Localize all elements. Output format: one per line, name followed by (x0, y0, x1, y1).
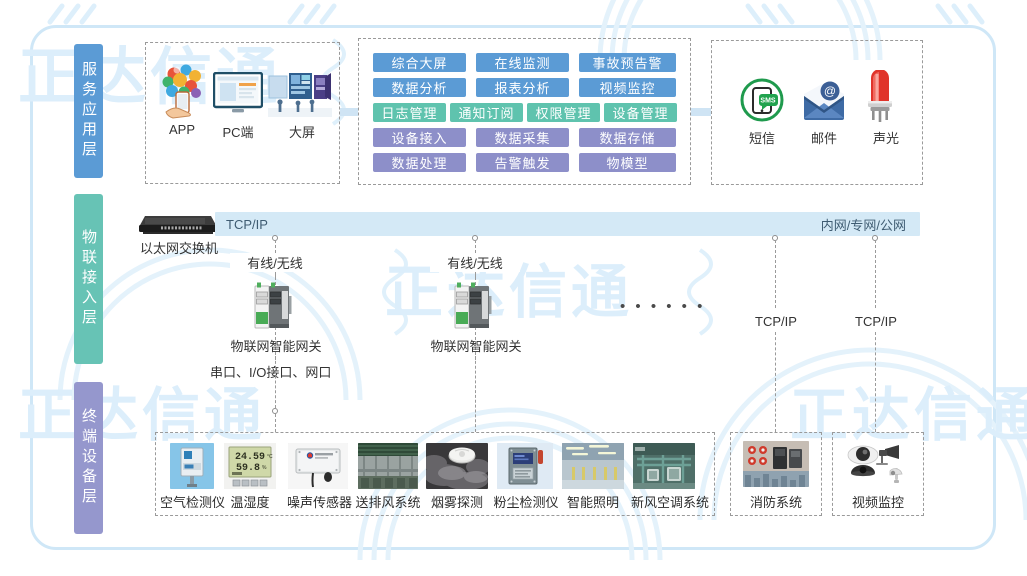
network-bar-left-label: TCP/IP (226, 216, 268, 232)
switch-label: 以太网交换机 (139, 241, 218, 256)
connector-clients-platform (340, 108, 358, 116)
device-label: 智能照明 (566, 495, 619, 510)
platform-button-label: 物模型 (606, 156, 649, 171)
sms-phone-icon: SMS (740, 78, 784, 127)
notify-label-email: 邮件 (810, 131, 837, 146)
link-line (475, 356, 476, 432)
gateway-link-label: 有线/无线 (430, 253, 520, 272)
device-label: 烟雾探测 (430, 495, 483, 510)
layer-label: 终端设备层 (80, 408, 97, 508)
iot-gateway-icon (253, 282, 299, 335)
platform-button-label: 日志管理 (381, 106, 438, 121)
link-line (875, 240, 876, 308)
device-label: 噪声传感器 (286, 495, 352, 510)
link-line (775, 240, 776, 308)
link-line (875, 332, 876, 432)
platform-button[interactable]: 综合大屏 (373, 53, 466, 72)
notify-label-alarm: 声光 (872, 131, 899, 146)
network-bar-right-label: 内网/专网/公网 (820, 217, 906, 233)
beacon-light-icon (862, 69, 898, 129)
platform-button[interactable]: 日志管理 (373, 103, 446, 122)
sidebar-item-service-application-layer[interactable]: 服务应用层 (74, 44, 103, 178)
platform-button-label: 数据处理 (391, 156, 448, 171)
dust-detector-icon (497, 443, 553, 489)
platform-button[interactable]: 物模型 (579, 153, 676, 172)
platform-button-label: 在线监测 (494, 56, 551, 71)
gateway-label: 物联网智能网关 (430, 339, 522, 354)
connector-platform-notify (691, 108, 711, 116)
fire-alarm-panel-icon (743, 441, 809, 487)
client-label-bigscreen: 大屏 (288, 125, 315, 140)
gateway-label: 物联网智能网关 (230, 339, 322, 354)
platform-button-label: 事故预告警 (592, 56, 663, 71)
platform-button[interactable]: 告警触发 (476, 153, 569, 172)
platform-button[interactable]: 数据存储 (579, 128, 676, 147)
platform-button-label: 报表分析 (494, 81, 551, 96)
platform-button[interactable]: 设备接入 (373, 128, 466, 147)
right-link-label: TCP/IP (855, 314, 897, 329)
platform-button-label: 视频监控 (599, 81, 656, 96)
device-label: 消防系统 (749, 495, 802, 510)
client-label-pc: PC端 (222, 125, 254, 140)
network-bar: TCP/IP 内网/专网/公网 (215, 212, 920, 236)
svg-text:@: @ (824, 84, 836, 98)
platform-button-label: 数据采集 (494, 131, 551, 146)
svg-text:%: % (262, 465, 267, 471)
temperature-humidity-icon: 24.59 59.8 °C % (224, 443, 276, 489)
link-line (275, 356, 276, 408)
device-label: 温湿度 (230, 495, 270, 510)
gateway-link-label: 有线/无线 (230, 253, 320, 272)
notify-label-sms: 短信 (748, 131, 775, 146)
monitor-icon (212, 71, 264, 123)
ventilation-system-icon (358, 443, 418, 489)
platform-button[interactable]: 设备管理 (604, 103, 677, 122)
sidebar-item-terminal-device-layer[interactable]: 终端设备层 (74, 382, 103, 534)
platform-button[interactable]: 报表分析 (476, 78, 569, 97)
right-link-label: TCP/IP (755, 314, 797, 329)
platform-button[interactable]: 数据处理 (373, 153, 466, 172)
app-tree-icon (158, 62, 208, 125)
svg-text:°C: °C (267, 454, 273, 460)
device-label: 视频监控 (851, 495, 904, 510)
video-wall-icon (268, 72, 332, 125)
platform-button-label: 告警触发 (494, 156, 551, 171)
platform-button[interactable]: 在线监测 (476, 53, 569, 72)
platform-button[interactable]: 事故预告警 (579, 53, 676, 72)
air-quality-detector-icon (170, 443, 214, 489)
device-label: 新风空调系统 (630, 495, 709, 510)
platform-button-label: 权限管理 (535, 106, 592, 121)
svg-text:24.59: 24.59 (235, 452, 265, 463)
layer-label: 物联接入层 (80, 229, 97, 329)
ellipsis-indicator: • • • • • • (620, 298, 706, 315)
platform-button-label: 数据存储 (599, 131, 656, 146)
svg-text:SMS: SMS (760, 98, 776, 105)
diagram-canvas: 正达信通 正达信通 正达信通 正达信通 服务应用层 物联接入层 终端设备层 AP… (0, 0, 1027, 576)
platform-button[interactable]: 数据采集 (476, 128, 569, 147)
platform-button[interactable]: 通知订阅 (450, 103, 523, 122)
sidebar-item-iot-access-layer[interactable]: 物联接入层 (74, 194, 103, 364)
platform-button[interactable]: 视频监控 (579, 78, 676, 97)
envelope-at-icon: @ (800, 80, 848, 127)
layer-label: 服务应用层 (80, 61, 97, 161)
platform-button[interactable]: 权限管理 (527, 103, 600, 122)
link-line (275, 414, 276, 432)
client-label-app: APP (168, 122, 195, 137)
platform-button[interactable]: 数据分析 (373, 78, 466, 97)
link-line (775, 332, 776, 432)
platform-button-label: 设备接入 (391, 131, 448, 146)
hvac-system-icon (633, 443, 695, 489)
platform-button-label: 设备管理 (612, 106, 669, 121)
smoke-detector-icon (426, 443, 488, 489)
platform-button-label: 数据分析 (391, 81, 448, 96)
platform-button-label: 通知订阅 (458, 106, 515, 121)
noise-sensor-icon (288, 443, 348, 489)
smart-lighting-icon (562, 443, 624, 489)
iot-gateway-icon (453, 282, 499, 335)
device-label: 空气检测仪 (160, 495, 226, 510)
cctv-camera-icon (845, 443, 911, 494)
device-label: 粉尘检测仪 (493, 495, 559, 510)
ethernet-switch-icon (137, 211, 219, 240)
device-label: 送排风系统 (355, 495, 421, 510)
platform-button-label: 综合大屏 (391, 56, 448, 71)
